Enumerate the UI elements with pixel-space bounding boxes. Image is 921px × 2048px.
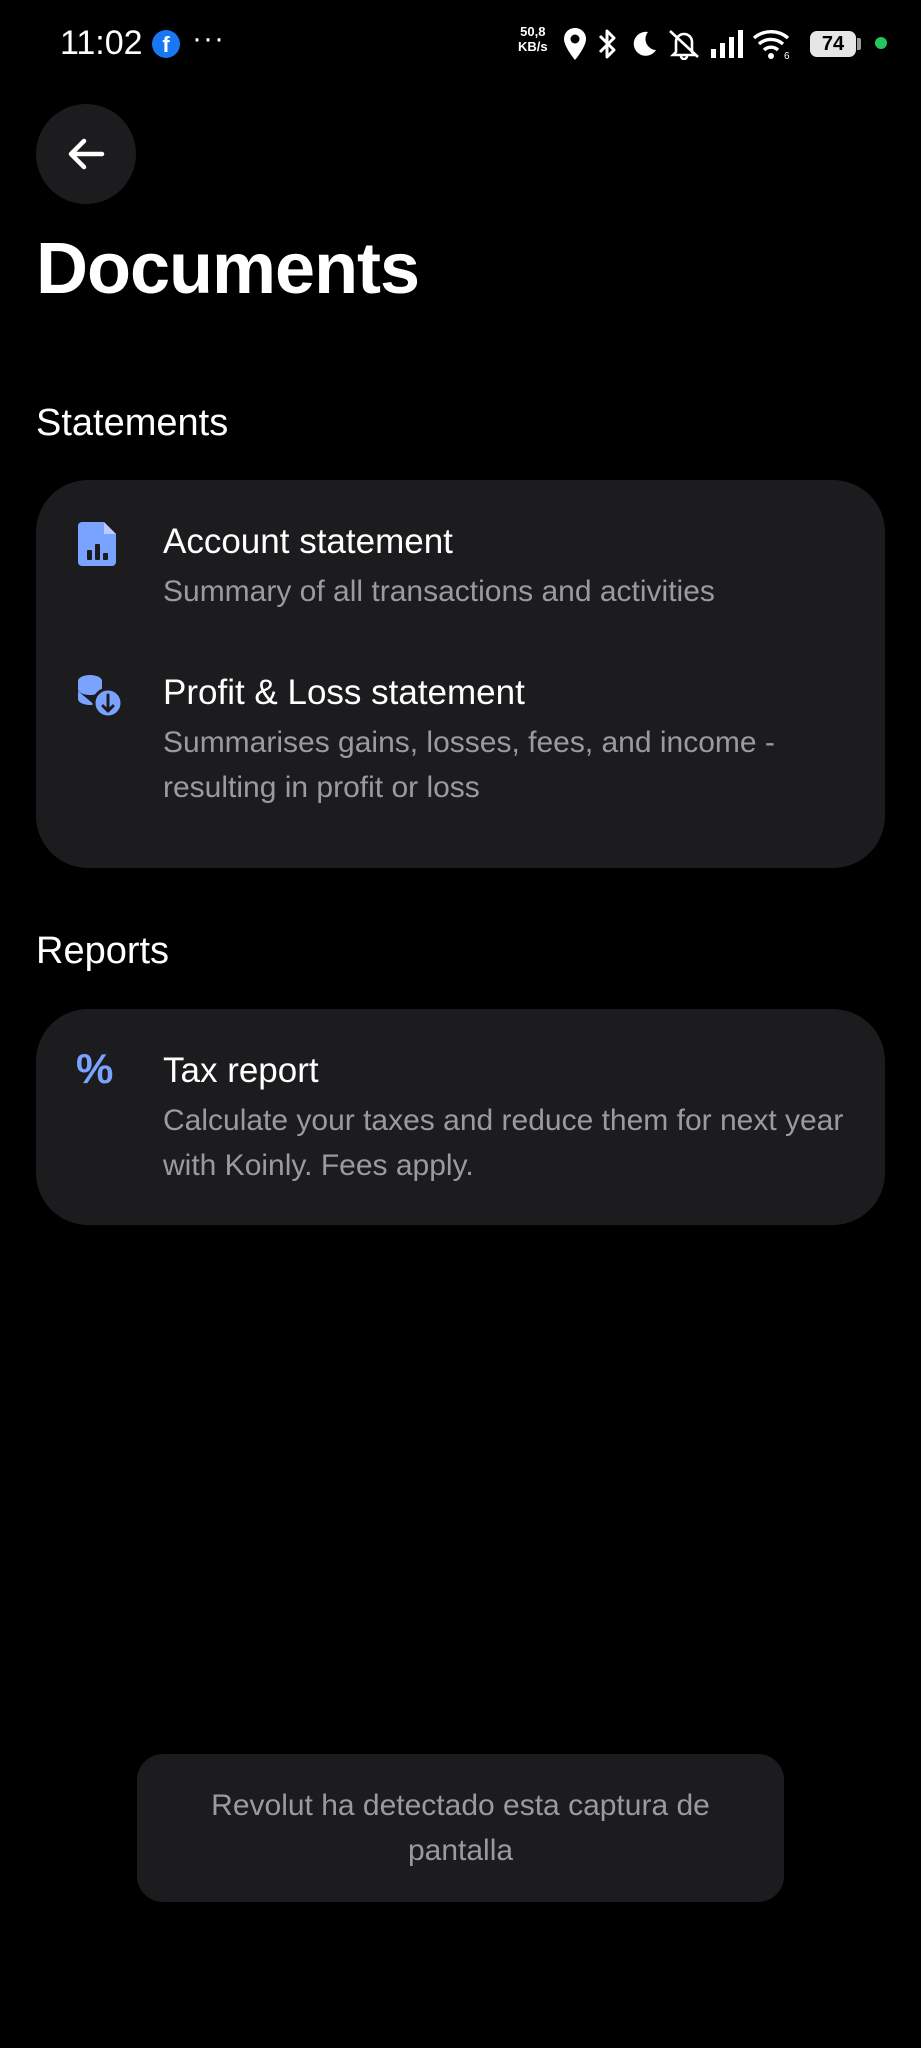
muted-bell-icon xyxy=(669,30,699,60)
page-title: Documents xyxy=(36,229,420,309)
account-statement-title: Account statement xyxy=(163,522,453,561)
battery-tip xyxy=(857,38,861,50)
section-title-reports: Reports xyxy=(36,930,170,972)
profit-loss-title: Profit & Loss statement xyxy=(163,673,525,712)
facebook-notification-icon: f xyxy=(152,30,180,58)
coins-icon xyxy=(78,675,124,719)
profit-loss-statement-item[interactable]: Profit & Loss statement Summarises gains… xyxy=(36,650,885,868)
toast-text: Revolut ha detectado esta captura de pan… xyxy=(211,1789,710,1867)
tax-report-description: Calculate your taxes and reduce them for… xyxy=(163,1104,844,1182)
status-time: 11:02 xyxy=(60,24,143,62)
wifi-icon: 6 xyxy=(752,30,790,60)
arrow-left-icon xyxy=(68,138,105,170)
battery-indicator: 74 xyxy=(810,31,856,57)
network-speed-unit: KB/s xyxy=(518,39,548,54)
status-icons: 6 xyxy=(562,24,792,64)
profit-loss-description: Summarises gains, losses, fees, and inco… xyxy=(163,726,775,804)
section-title-statements: Statements xyxy=(36,402,229,444)
percent-icon: % xyxy=(76,1045,114,1092)
file-chart-icon xyxy=(78,522,116,566)
moon-icon xyxy=(633,31,656,56)
location-icon xyxy=(564,28,586,60)
tax-report-item[interactable]: % Tax report Calculate your taxes and re… xyxy=(36,1009,885,1225)
account-statement-item[interactable]: Account statement Summary of all transac… xyxy=(36,480,885,650)
screenshot-detected-toast: Revolut ha detectado esta captura de pan… xyxy=(137,1754,784,1902)
bluetooth-icon xyxy=(598,29,616,59)
reports-card: % Tax report Calculate your taxes and re… xyxy=(36,1009,885,1225)
svg-text:6: 6 xyxy=(784,51,790,60)
network-speed-value: 50,8 xyxy=(520,24,546,39)
status-bar: 11:02 f ··· 50,8 KB/s 6 74 xyxy=(0,0,921,90)
account-statement-description: Summary of all transactions and activiti… xyxy=(163,575,715,608)
privacy-indicator-dot xyxy=(875,37,887,49)
signal-icon xyxy=(711,30,743,58)
more-notifications-icon: ··· xyxy=(192,22,225,55)
back-button[interactable] xyxy=(36,104,136,204)
statements-card: Account statement Summary of all transac… xyxy=(36,480,885,868)
tax-report-title: Tax report xyxy=(163,1051,319,1090)
network-speed: 50,8 KB/s xyxy=(518,24,548,54)
